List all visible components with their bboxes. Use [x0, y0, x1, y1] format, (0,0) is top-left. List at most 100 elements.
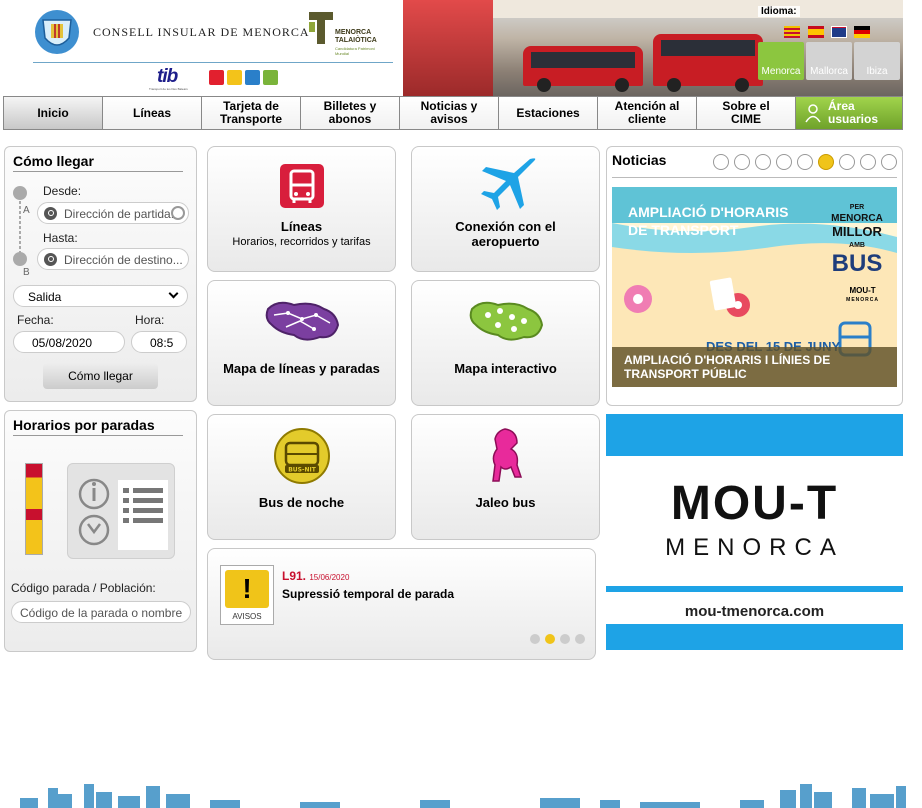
- talaiotica-line1: MENORCA: [335, 29, 372, 36]
- mode-select[interactable]: Salida: [13, 285, 188, 307]
- airplane-icon: [481, 158, 536, 210]
- footer-city-silhouette: [20, 784, 906, 808]
- noticias-carousel-dots: [708, 154, 897, 170]
- nav-inicio[interactable]: Inicio: [4, 97, 103, 129]
- menorca-map-pins-icon: [469, 301, 544, 341]
- avisos-page-dot[interactable]: [545, 634, 555, 644]
- noticias-panel: Noticias AMPLIACIÓ D'HORARIS DE TRANSPOR…: [606, 146, 903, 406]
- chevron-down-icon: [168, 288, 179, 299]
- slogan-amb: AMB: [849, 242, 865, 249]
- language-label: Idioma:: [758, 6, 800, 17]
- avisos-page-dot[interactable]: [575, 634, 585, 644]
- banner-headline: AMPLIACIÓ D'HORARIS DE TRANSPORT: [628, 203, 788, 239]
- nav-area-usuarios[interactable]: Área usuarios: [796, 97, 902, 129]
- carousel-dot[interactable]: [839, 154, 855, 170]
- tile-aeropuerto[interactable]: Conexión con el aeropuerto: [411, 146, 600, 272]
- island-mallorca-button[interactable]: Mallorca: [806, 42, 852, 80]
- catalan-flag-icon[interactable]: [784, 26, 800, 38]
- carousel-dot[interactable]: [734, 154, 750, 170]
- slogan-menorca: MENORCA: [831, 213, 883, 224]
- avisos-page-dot[interactable]: [530, 634, 540, 644]
- avisos-line-code[interactable]: L91.: [282, 569, 306, 583]
- metro-mode-icon: [245, 70, 260, 85]
- language-selector: Idioma: Menorca Mallorca Ibiza: [756, 4, 904, 80]
- stop-code-label: Código parada / Población:: [11, 581, 156, 595]
- nav-label: Sobre el CIME: [722, 99, 770, 126]
- island-label: Menorca: [761, 66, 801, 77]
- nav-estaciones[interactable]: Estaciones: [499, 97, 598, 129]
- tile-jaleo-bus[interactable]: Jaleo bus: [411, 414, 600, 540]
- nav-label: Atención al cliente: [614, 99, 680, 126]
- avisos-icon-label: AVISOS: [232, 612, 262, 621]
- stop-code-placeholder: Código de la parada o nombre: [20, 606, 183, 620]
- bus-nit-badge: BUS-NIT: [288, 467, 317, 474]
- station-sign-area: [403, 0, 493, 96]
- bus-nit-icon: BUS-NIT: [274, 428, 330, 484]
- island-menorca-button[interactable]: Menorca: [758, 42, 804, 80]
- german-flag-icon[interactable]: [854, 26, 870, 38]
- button-label: Cómo llegar: [68, 369, 133, 383]
- time-input[interactable]: 08:5: [131, 331, 187, 353]
- island-label: Ibiza: [866, 66, 888, 77]
- news-banner[interactable]: AMPLIACIÓ D'HORARIS DE TRANSPORT PER MEN…: [612, 187, 897, 387]
- nav-label: Billetes y abonos: [323, 99, 377, 126]
- train-mode-icon: [227, 70, 242, 85]
- avisos-icon[interactable]: ! AVISOS: [220, 565, 274, 625]
- mout-logo: MOU-T: [670, 477, 839, 530]
- consell-insular-logo[interactable]: [33, 8, 81, 56]
- date-input[interactable]: 05/08/2020: [13, 331, 125, 353]
- logo-divider: [33, 62, 393, 63]
- from-label: Desde:: [43, 184, 82, 198]
- avisos-line: L91. 15/06/2020: [282, 569, 349, 583]
- carousel-dot[interactable]: [713, 154, 729, 170]
- nav-billetes[interactable]: Billetes y abonos: [301, 97, 400, 129]
- carousel-dot[interactable]: [755, 154, 771, 170]
- spanish-flag-icon[interactable]: [808, 26, 824, 38]
- tile-mapa-interactivo[interactable]: Mapa interactivo: [411, 280, 600, 406]
- from-placeholder: Dirección de partida...: [64, 207, 181, 221]
- tile-mapa-lineas[interactable]: Mapa de líneas y paradas: [207, 280, 396, 406]
- talaiotica-line2: TALAIÒTICA: [335, 37, 377, 44]
- carousel-dot[interactable]: [818, 154, 834, 170]
- nav-tarjeta[interactable]: Tarjeta de Transporte: [202, 97, 301, 129]
- avisos-page-dot[interactable]: [560, 634, 570, 644]
- from-input[interactable]: Dirección de partida...: [37, 202, 189, 224]
- tib-logo[interactable]: tib Transport de les Illes Balears: [149, 66, 289, 91]
- bus-icon: [280, 164, 324, 208]
- timetable-icon: [52, 463, 175, 559]
- nav-sobre-cime[interactable]: Sobre el CIME: [697, 97, 796, 129]
- nav-label: Área usuarios: [828, 99, 879, 126]
- bus-illustration: [523, 46, 643, 92]
- marker-a: A: [23, 205, 30, 216]
- avisos-pager: [525, 631, 585, 649]
- carousel-dot[interactable]: [860, 154, 876, 170]
- uk-flag-icon[interactable]: [831, 26, 847, 38]
- como-llegar-button[interactable]: Cómo llegar: [43, 363, 158, 389]
- tile-lineas[interactable]: Líneas Horarios, recorridos y tarifas: [207, 146, 396, 272]
- nav-lineas[interactable]: Líneas: [103, 97, 202, 129]
- nav-noticias[interactable]: Noticias y avisos: [400, 97, 499, 129]
- carousel-dot[interactable]: [797, 154, 813, 170]
- noticias-title: Noticias: [612, 152, 667, 168]
- menorca-map-lines-icon: [265, 301, 340, 341]
- tile-bus-noche[interactable]: BUS-NIT Bus de noche: [207, 414, 396, 540]
- slogan-per: PER: [849, 204, 865, 211]
- banner-headline-1: AMPLIACIÓ D'HORARIS: [628, 204, 789, 220]
- nav-atencion[interactable]: Atención al cliente: [598, 97, 697, 129]
- avisos-text[interactable]: Supressió temporal de parada: [282, 587, 454, 601]
- mout-ad-banner[interactable]: MOU-T MENORCA mou-tmenorca.com: [606, 414, 903, 650]
- island-label: Mallorca: [810, 66, 848, 77]
- bus-illustration: [653, 34, 763, 92]
- stop-code-input[interactable]: Código de la parada o nombre: [11, 601, 191, 623]
- carousel-dot[interactable]: [881, 154, 897, 170]
- warning-icon: !: [225, 570, 269, 608]
- news-caption: AMPLIACIÓ D'HORARIS I LÍNIES DE TRANSPOR…: [612, 347, 897, 387]
- marker-b: B: [23, 267, 30, 278]
- locate-icon[interactable]: [171, 206, 185, 220]
- island-ibiza-button[interactable]: Ibiza: [854, 42, 900, 80]
- tile-title: Bus de noche: [258, 495, 345, 510]
- ad-top-stripe: [606, 414, 903, 456]
- carousel-dot[interactable]: [776, 154, 792, 170]
- menorca-talaiotica-logo[interactable]: MENORCA TALAIÒTICA Candidatura Patrimoni …: [309, 12, 389, 56]
- to-input[interactable]: Dirección de destino...: [37, 248, 189, 270]
